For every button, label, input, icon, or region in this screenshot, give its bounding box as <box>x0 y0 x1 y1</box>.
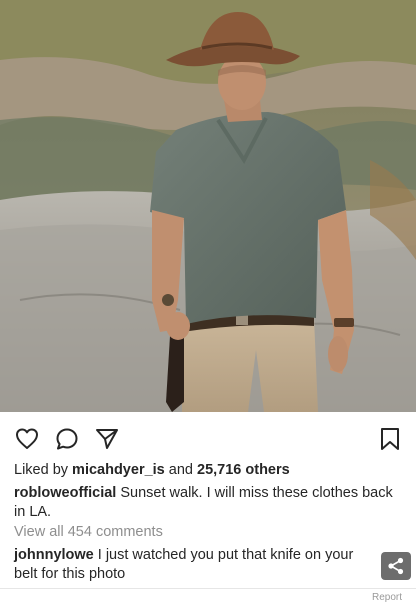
likes-line: Liked by micahdyer_is and 25,716 others <box>14 461 404 480</box>
comment-icon[interactable] <box>54 426 80 452</box>
bookmark-icon[interactable] <box>377 426 403 452</box>
post-photo-illustration <box>0 0 416 412</box>
liked-by-user-link[interactable]: micahdyer_is <box>72 462 165 478</box>
likes-count-link[interactable]: 25,716 others <box>197 462 290 478</box>
share-icon <box>388 557 404 575</box>
bottom-divider <box>0 588 416 589</box>
likes-prefix: Liked by <box>14 462 69 478</box>
send-icon[interactable] <box>94 426 120 452</box>
comment-username-link[interactable]: johnnylowe <box>14 547 94 563</box>
post-actions-bar <box>0 412 416 462</box>
post-caption: robloweofficial Sunset walk. I will miss… <box>14 484 404 522</box>
caption-username-link[interactable]: robloweofficial <box>14 485 116 501</box>
heart-icon[interactable] <box>14 426 40 452</box>
post-photo[interactable] <box>0 0 416 412</box>
report-link[interactable]: Report <box>372 592 402 603</box>
view-all-comments-link[interactable]: View all 454 comments <box>14 523 404 542</box>
comment-item: johnnylowe I just watched you put that k… <box>14 546 374 584</box>
likes-conjunction: and <box>168 462 193 478</box>
share-button[interactable] <box>381 552 411 580</box>
